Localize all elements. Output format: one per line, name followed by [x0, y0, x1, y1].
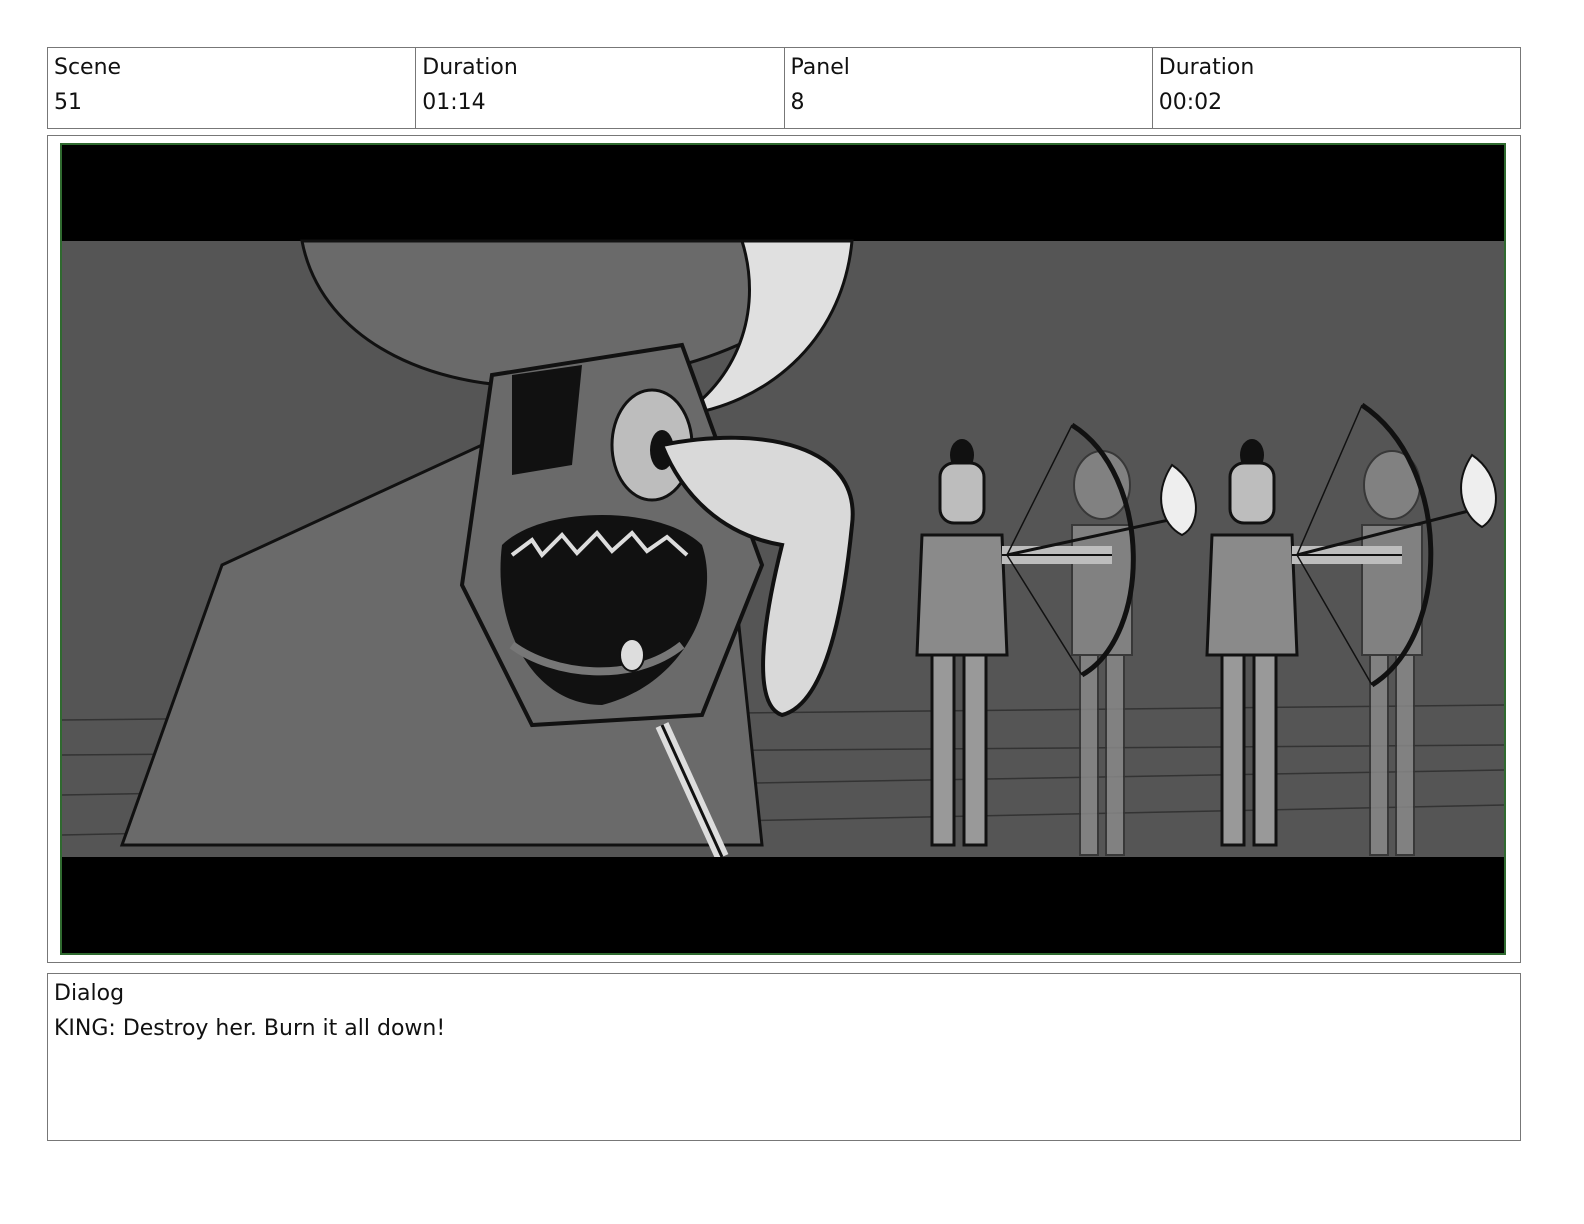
- scene-duration-label: Duration: [422, 55, 518, 80]
- panel-info-header: Scene 51 Duration 01:14 Panel 8 Duration…: [47, 47, 1521, 129]
- storyboard-panel-frame: [47, 135, 1521, 963]
- letterbox-bottom: [62, 857, 1504, 953]
- panel-duration-cell: Duration 00:02: [1153, 48, 1520, 128]
- storyboard-sketch: [62, 145, 1504, 953]
- dialog-box: Dialog KING: Destroy her. Burn it all do…: [47, 973, 1521, 1141]
- panel-label: Panel: [790, 55, 850, 80]
- scene-duration-cell: Duration 01:14: [416, 48, 785, 128]
- panel-cell: Panel 8: [785, 48, 1153, 128]
- letterbox-top: [62, 145, 1504, 241]
- dialog-label: Dialog: [54, 981, 125, 1006]
- dialog-text: KING: Destroy her. Burn it all down!: [54, 1016, 446, 1041]
- panel-duration-value: 00:02: [1158, 90, 1223, 115]
- scene-cell: Scene 51: [48, 48, 417, 128]
- scene-duration-value: 01:14: [422, 90, 486, 115]
- panel-duration-label: Duration: [1158, 55, 1255, 80]
- storyboard-drawing: [60, 143, 1506, 955]
- panel-value: 8: [790, 90, 805, 115]
- scene-label: Scene: [54, 55, 122, 80]
- scene-value: 51: [54, 90, 82, 115]
